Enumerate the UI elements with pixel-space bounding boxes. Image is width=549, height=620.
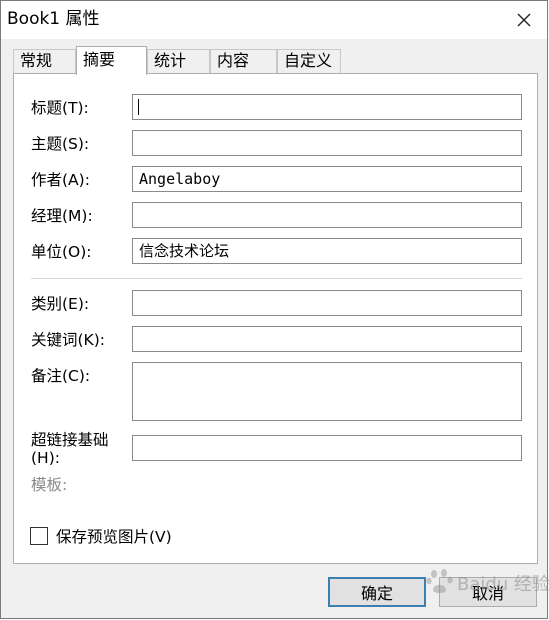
tab-contents[interactable]: 内容 (210, 49, 277, 73)
manager-label: 经理(M): (31, 207, 93, 225)
ok-button[interactable]: 确定 (328, 577, 426, 607)
tab-general[interactable]: 常规 (13, 49, 76, 73)
category-field[interactable] (132, 290, 522, 316)
cancel-button[interactable]: 取消 (439, 577, 537, 607)
tab-custom[interactable]: 自定义 (277, 49, 341, 73)
section-divider (31, 278, 522, 279)
category-label: 类别(E): (31, 295, 90, 313)
close-button[interactable] (509, 5, 539, 35)
tab-summary[interactable]: 摘要 (76, 46, 147, 75)
keywords-field[interactable] (132, 326, 522, 352)
company-field[interactable]: 信念技术论坛 (132, 238, 522, 264)
close-icon (517, 13, 531, 27)
title-field[interactable] (132, 94, 522, 120)
tab-statistics[interactable]: 统计 (147, 49, 210, 73)
save-preview-checkbox[interactable] (30, 527, 48, 545)
hyperlink-base-field[interactable] (132, 435, 522, 461)
template-label: 模板: (31, 476, 68, 494)
summary-panel: 标题(T): 主题(S): 作者(A): Angelaboy 经理(M): 单位… (13, 73, 538, 564)
title-bar: Book1 属性 (1, 1, 547, 39)
properties-dialog: Book1 属性 常规 摘要 统计 内容 自定义 标题(T): 主题(S): 作… (0, 0, 549, 619)
text-caret (138, 99, 139, 115)
hyperlink-base-label: 超链接基础 (H): (31, 431, 109, 467)
subject-label: 主题(S): (31, 135, 90, 153)
manager-field[interactable] (132, 202, 522, 228)
author-field[interactable]: Angelaboy (132, 166, 522, 192)
title-label: 标题(T): (31, 99, 89, 117)
comments-field[interactable] (132, 362, 522, 421)
keywords-label: 关键词(K): (31, 331, 105, 349)
comments-label: 备注(C): (31, 367, 91, 385)
company-label: 单位(O): (31, 243, 92, 261)
save-preview-label[interactable]: 保存预览图片(V) (56, 528, 172, 546)
author-label: 作者(A): (31, 171, 90, 189)
window-title: Book1 属性 (7, 9, 100, 29)
subject-field[interactable] (132, 130, 522, 156)
